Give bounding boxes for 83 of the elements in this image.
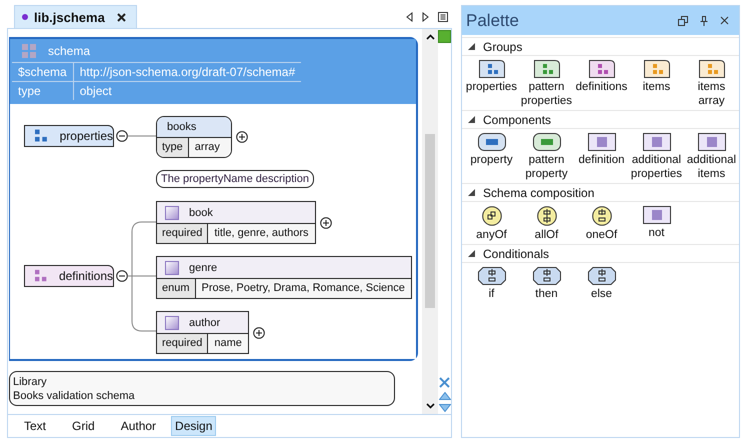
left-triangle-icon[interactable]	[406, 12, 413, 22]
property-node[interactable]: books type array	[156, 116, 232, 158]
expander-icon[interactable]	[468, 189, 475, 196]
palette-item[interactable]: additional items	[684, 133, 739, 181]
annotation-bubble: Library Books validation schema	[9, 371, 395, 406]
definition-node[interactable]: book required title, genre, authors	[156, 201, 316, 244]
menu-icon[interactable]	[438, 12, 448, 22]
modified-dot-icon	[22, 14, 28, 20]
view-tab[interactable]: Text	[13, 416, 58, 436]
group-icon	[698, 60, 724, 78]
pin-icon[interactable]	[700, 16, 708, 26]
palette-item[interactable]: items array	[684, 60, 739, 108]
palette-item[interactable]: definitions	[574, 60, 629, 108]
definition-icon	[642, 133, 670, 151]
palette-item[interactable]: property	[464, 133, 519, 181]
description-bubble: The propertyName description	[156, 170, 314, 188]
section-header[interactable]: Components	[462, 110, 739, 129]
down-triangle-icon[interactable]	[438, 404, 450, 412]
definition-icon	[165, 206, 179, 220]
section-header[interactable]: Conditionals	[462, 244, 739, 263]
palette-item[interactable]: anyOf	[464, 206, 519, 242]
definition-node[interactable]: genre enum Prose, Poetry, Drama, Romance, Science	[156, 256, 412, 299]
property-icon	[478, 133, 506, 151]
palette-item[interactable]: not	[629, 206, 684, 242]
palette-item[interactable]: pattern property	[519, 133, 574, 181]
connector-line	[128, 135, 156, 137]
palette-item[interactable]: allOf	[519, 206, 574, 242]
definition-icon	[698, 133, 726, 151]
definition-icon	[588, 133, 616, 151]
table-cell: http://json-schema.org/draft-07/schema#	[73, 62, 302, 82]
schema-box[interactable]	[9, 37, 418, 361]
group-icon	[478, 60, 504, 78]
scroll-thumb[interactable]	[425, 134, 435, 308]
expand-icon[interactable]	[320, 216, 332, 228]
palette-item[interactable]: additional properties	[629, 133, 684, 181]
palette-item[interactable]: pattern properties	[519, 60, 574, 108]
table-cell: object	[73, 82, 302, 100]
view-tab[interactable]: Author	[110, 416, 168, 436]
palette-item[interactable]: then	[519, 267, 574, 301]
expand-icon[interactable]	[252, 326, 265, 338]
expander-icon[interactable]	[468, 43, 475, 50]
collapse-icon[interactable]	[116, 130, 128, 142]
expander-icon[interactable]	[468, 116, 475, 123]
group-icon	[35, 269, 49, 283]
section-header[interactable]: Schema composition	[462, 183, 739, 202]
group-icon	[35, 129, 50, 143]
editor-tab[interactable]: lib.jschema	[14, 5, 137, 28]
panel-title: Palette	[466, 10, 519, 30]
palette-item[interactable]: else	[574, 267, 629, 301]
properties-node[interactable]: properties	[24, 125, 114, 147]
close-icon[interactable]	[720, 16, 729, 25]
definition-icon	[165, 316, 179, 330]
property-icon	[532, 133, 560, 151]
close-icon[interactable]	[116, 12, 126, 22]
group-icon	[644, 60, 670, 78]
schema-title: schema	[48, 44, 90, 58]
scrollbar[interactable]	[422, 29, 438, 414]
section-header[interactable]: Groups	[462, 37, 739, 56]
definition-icon	[165, 260, 179, 274]
status-square-icon	[438, 30, 451, 43]
grid-icon	[22, 44, 36, 58]
right-triangle-icon[interactable]	[422, 12, 429, 22]
up-triangle-icon[interactable]	[438, 392, 450, 400]
restore-icon[interactable]	[678, 16, 688, 26]
up-chevron-icon[interactable]	[426, 34, 434, 40]
table-cell: $schema	[12, 62, 74, 82]
view-tab[interactable]: Grid	[61, 416, 106, 436]
table-cell: type	[12, 82, 74, 100]
palette-item[interactable]: items	[629, 60, 684, 108]
palette-item[interactable]: oneOf	[574, 206, 629, 242]
palette-item[interactable]: if	[464, 267, 519, 301]
down-chevron-icon[interactable]	[426, 403, 434, 409]
palette-item[interactable]: properties	[464, 60, 519, 108]
definition-node[interactable]: author required name	[156, 311, 249, 354]
palette-item[interactable]: definition	[574, 133, 629, 181]
collapse-icon[interactable]	[116, 270, 128, 282]
group-icon	[534, 60, 560, 78]
group-icon	[588, 60, 614, 78]
expand-icon[interactable]	[236, 131, 248, 143]
view-tab[interactable]: Design	[171, 416, 216, 436]
definitions-node[interactable]: definitions	[24, 265, 114, 287]
definition-icon	[642, 206, 670, 224]
expander-icon[interactable]	[468, 250, 475, 257]
